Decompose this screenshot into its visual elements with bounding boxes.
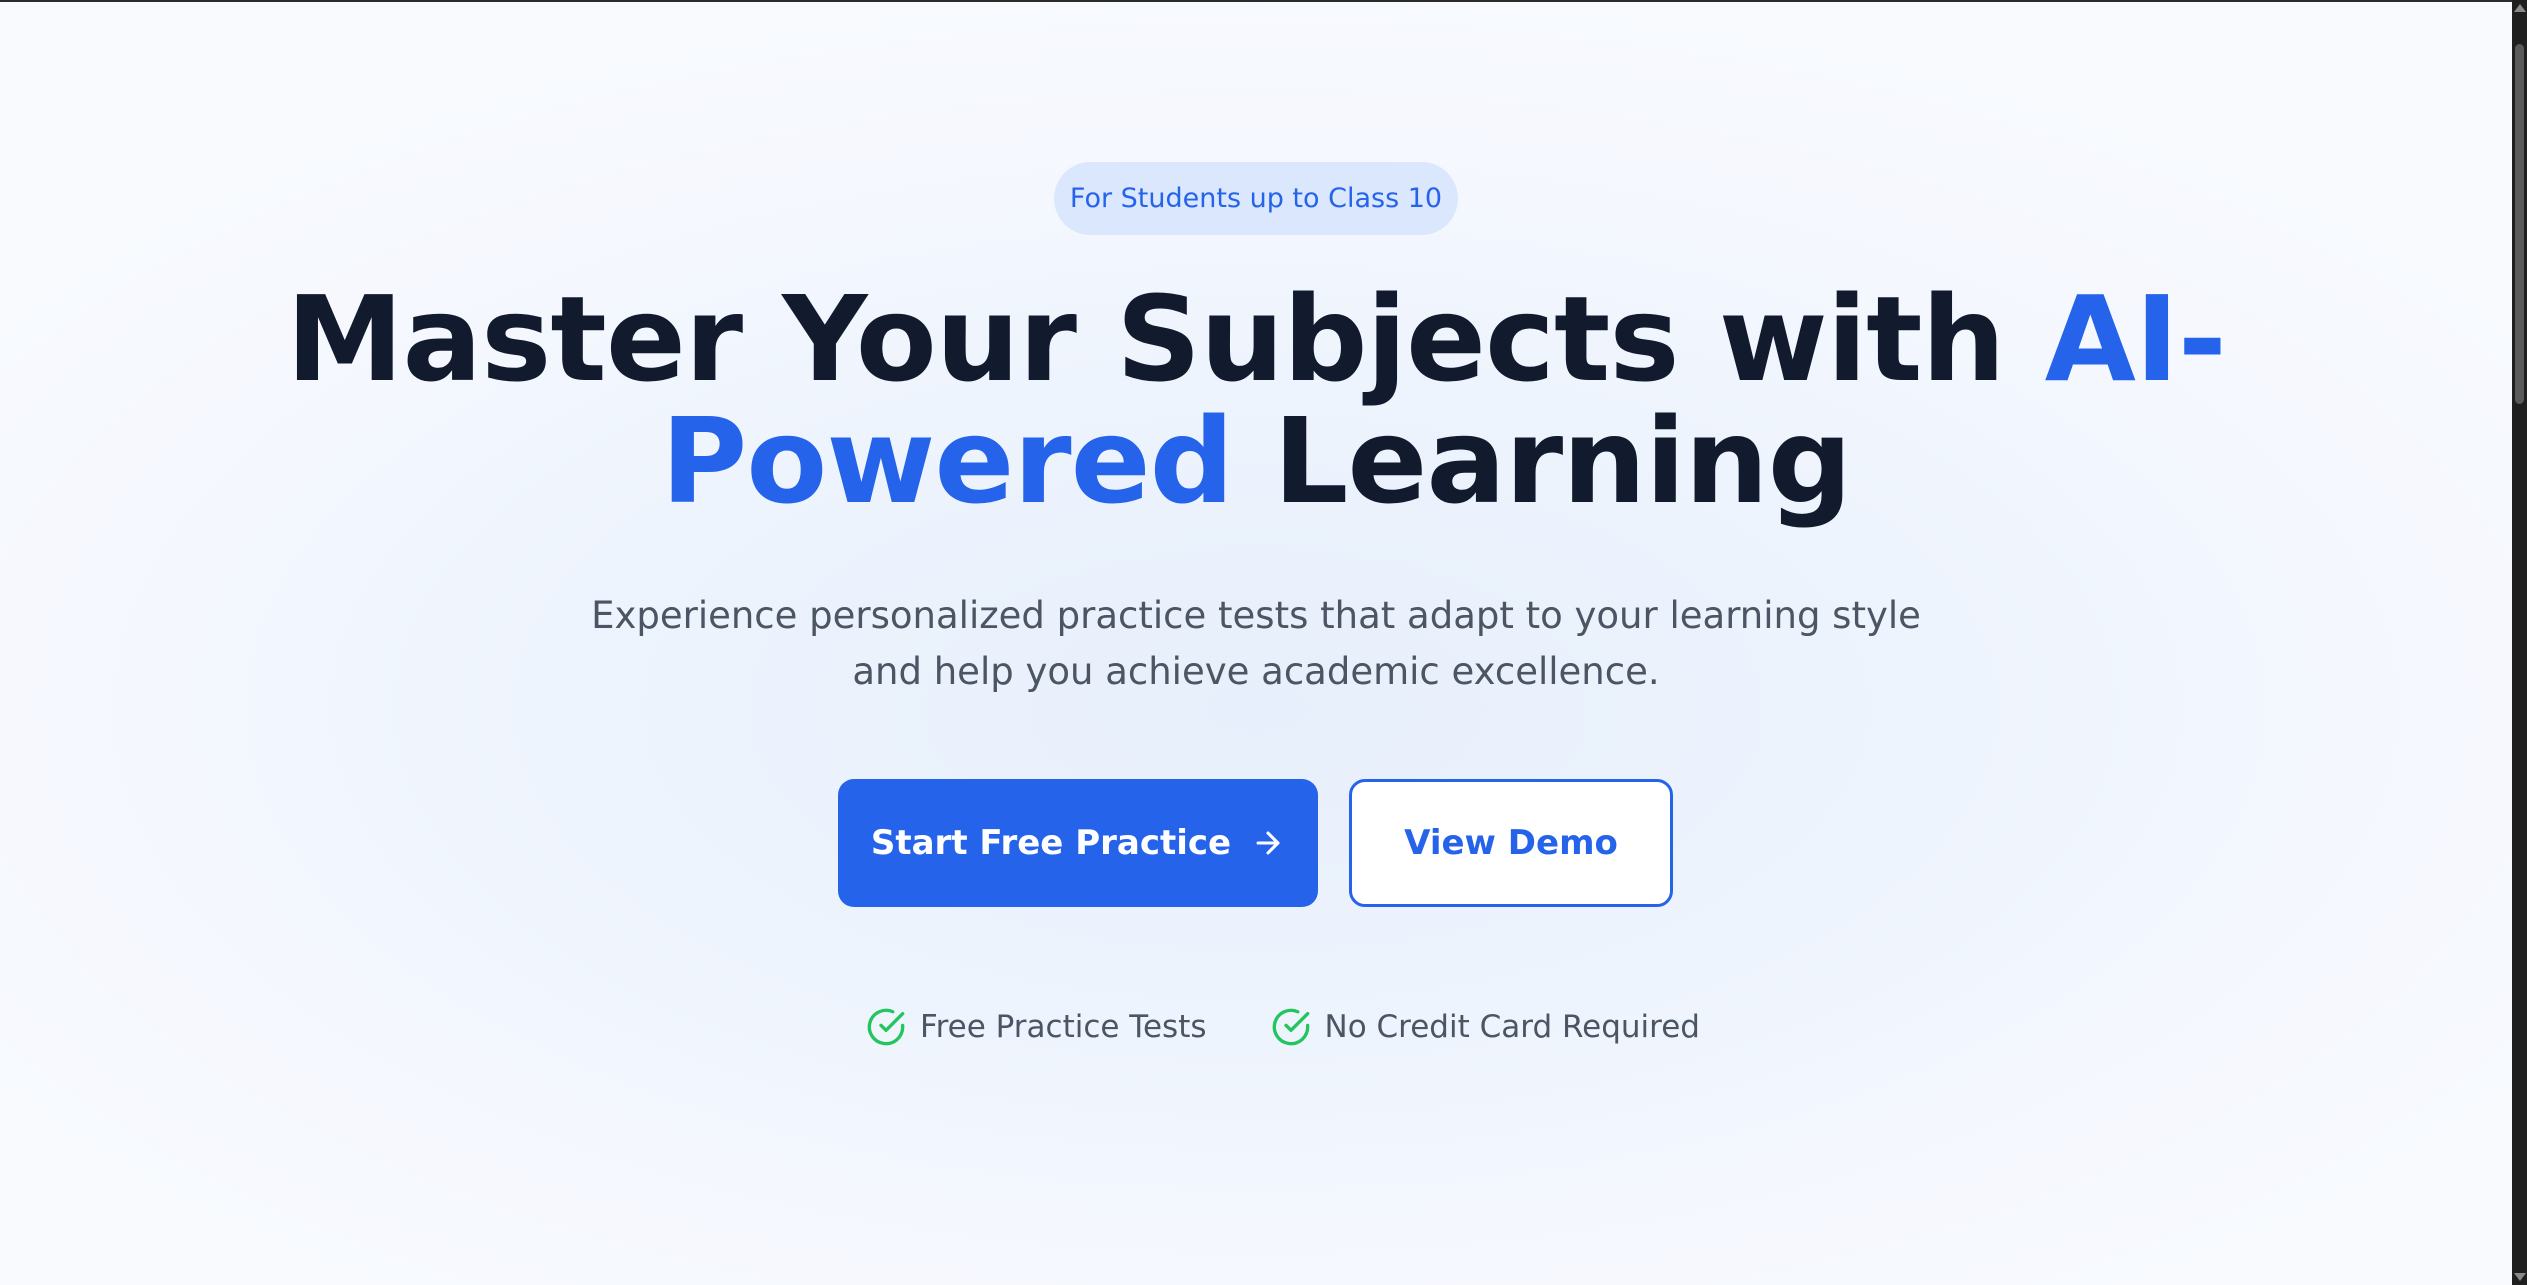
check-circle-icon [866,1007,906,1047]
headline-text-1: Master Your Subjects with [286,270,2045,408]
hero-subtitle: Experience personalized practice tests t… [556,588,1956,700]
arrow-right-icon [1251,826,1285,860]
headline-accent-2: Powered [660,392,1234,530]
page-viewport: For Students up to Class 10 Master Your … [0,2,2512,1285]
audience-badge: For Students up to Class 10 [1054,162,1458,235]
headline-accent-1: AI- [2044,270,2227,408]
subtitle-line-1: Experience personalized practice tests t… [591,594,1921,637]
view-demo-label: View Demo [1404,823,1618,863]
scrollbar-thumb[interactable] [2515,44,2524,404]
feature-item-no-credit-card: No Credit Card Required [1271,1007,1700,1047]
headline-text-2: Learning [1233,392,1852,530]
scroll-up-icon[interactable] [2514,4,2526,12]
hero-headline: Master Your Subjects with AI- Powered Lea… [256,278,2256,522]
vertical-scrollbar[interactable] [2512,0,2527,1285]
subtitle-line-2: and help you achieve academic excellence… [852,650,1660,693]
view-demo-button[interactable]: View Demo [1349,779,1673,907]
start-free-practice-label: Start Free Practice [870,823,1232,863]
scroll-down-icon[interactable] [2514,1273,2526,1281]
start-free-practice-button[interactable]: Start Free Practice [838,779,1318,907]
check-circle-icon [1271,1007,1311,1047]
feature-item-free-tests: Free Practice Tests [866,1007,1207,1047]
feature-label: No Credit Card Required [1324,1009,1700,1045]
feature-list: Free Practice Tests No Credit Card Requi… [866,1005,1700,1049]
feature-label: Free Practice Tests [920,1009,1207,1045]
